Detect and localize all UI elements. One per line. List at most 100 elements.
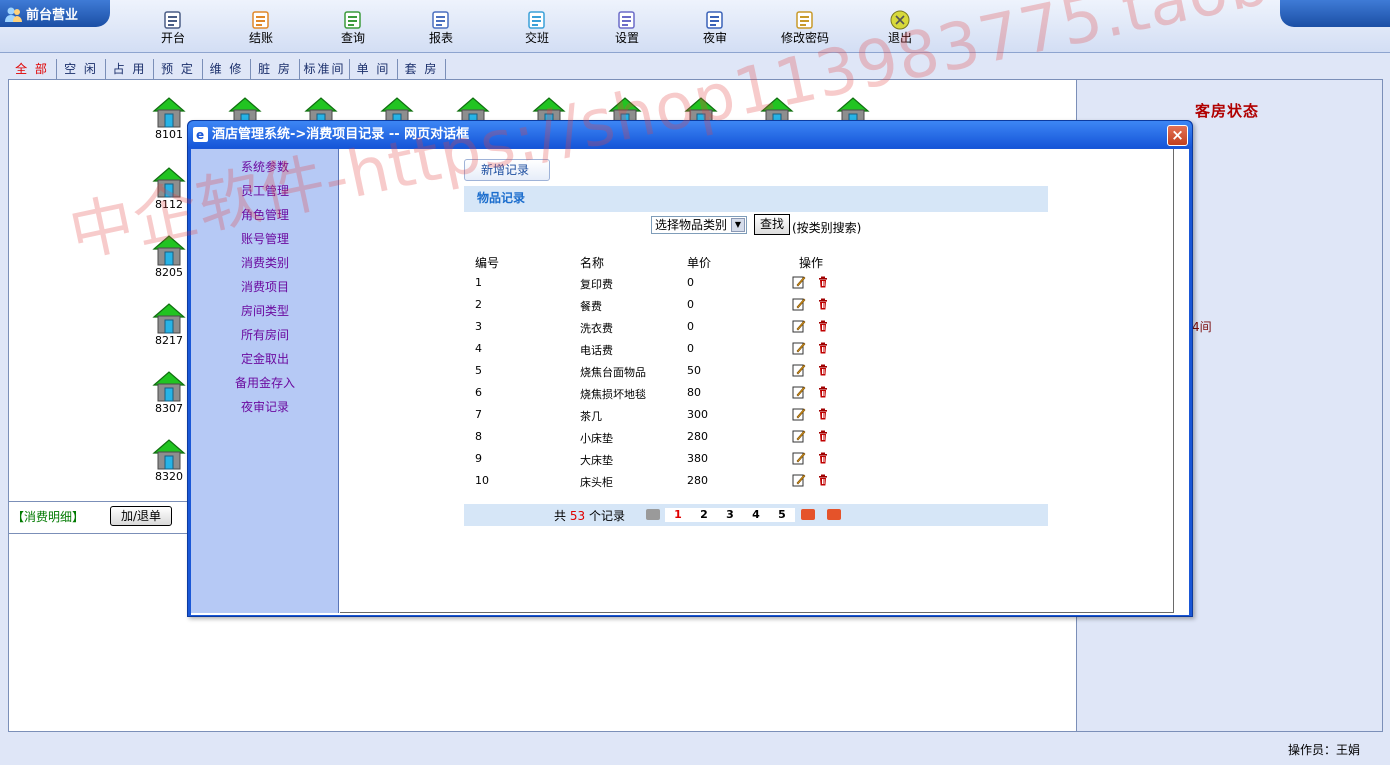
table-row: 5 烧焦台面物品 50 <box>340 361 1174 383</box>
delete-icon[interactable] <box>816 451 830 465</box>
room-status-title: 客房状态 <box>1195 102 1260 120</box>
toolbar-shift-button[interactable]: 交班 <box>502 8 572 48</box>
search-button[interactable]: 查找 <box>754 214 790 235</box>
next-page-icon[interactable] <box>801 509 815 520</box>
menu-item-10[interactable]: 夜审记录 <box>191 398 339 415</box>
toolbar-label: 设置 <box>614 31 639 45</box>
edit-icon[interactable] <box>792 319 806 333</box>
room-8217[interactable]: 8217 <box>149 301 189 351</box>
menu-item-5[interactable]: 消费项目 <box>191 278 339 295</box>
cell-name: 小床垫 <box>580 432 613 445</box>
house-icon <box>152 235 186 266</box>
exit-icon <box>890 10 910 30</box>
tab-6[interactable]: 标准间 <box>300 59 350 79</box>
toolbar-query-button[interactable]: 查询 <box>318 8 388 48</box>
toolbar-change-password-button[interactable]: 修改密码 <box>770 8 840 48</box>
dialog-titlebar[interactable]: e 酒店管理系统->消费项目记录 -- 网页对话框 × <box>188 121 1192 148</box>
tab-5[interactable]: 脏 房 <box>251 59 300 79</box>
query-icon <box>344 11 361 29</box>
checkout-icon <box>252 11 269 29</box>
delete-icon[interactable] <box>816 297 830 311</box>
edit-icon[interactable] <box>792 429 806 443</box>
cell-price: 0 <box>687 320 694 333</box>
dialog-content: 新增记录 物品记录 选择物品类别 ▼ 查找 (按类别搜索) 编号 名称 单价 操… <box>340 149 1174 613</box>
toolbar-label: 夜审 <box>702 31 727 45</box>
edit-icon[interactable] <box>792 341 806 355</box>
edit-icon[interactable] <box>792 385 806 399</box>
page-5[interactable]: 5 <box>769 508 795 522</box>
cell-name: 茶几 <box>580 410 602 423</box>
operator-label: 操作员：王娟 <box>1287 743 1360 757</box>
toolbar-open-table-button[interactable]: 开台 <box>138 8 208 48</box>
delete-icon[interactable] <box>816 341 830 355</box>
header-id: 编号 <box>475 256 500 270</box>
delete-icon[interactable] <box>816 407 830 421</box>
menu-item-4[interactable]: 消费类别 <box>191 254 339 271</box>
cell-name: 电话费 <box>580 344 613 357</box>
page-1[interactable]: 1 <box>665 508 691 522</box>
tab-4[interactable]: 维 修 <box>203 59 251 79</box>
page-4[interactable]: 4 <box>743 508 769 522</box>
dialog-close-button[interactable]: × <box>1167 125 1188 146</box>
tab-1[interactable]: 空 闲 <box>57 59 106 79</box>
tab-7[interactable]: 单 间 <box>350 59 398 79</box>
room-number: 8320 <box>155 470 183 483</box>
edit-icon[interactable] <box>792 363 806 377</box>
room-8307[interactable]: 8307 <box>149 369 189 419</box>
toolbar-checkout-button[interactable]: 结账 <box>226 8 296 48</box>
menu-item-9[interactable]: 备用金存入 <box>191 374 339 391</box>
edit-icon[interactable] <box>792 407 806 421</box>
delete-icon[interactable] <box>816 363 830 377</box>
toolbar-exit-button[interactable]: 退出 <box>865 8 935 48</box>
room-8320[interactable]: 8320 <box>149 437 189 487</box>
prev-page-icon[interactable] <box>646 509 660 520</box>
add-record-button[interactable]: 新增记录 <box>464 159 550 181</box>
brand-tab[interactable]: 前台营业 <box>0 0 110 27</box>
menu-item-1[interactable]: 员工管理 <box>191 182 339 199</box>
page-2[interactable]: 2 <box>691 508 717 522</box>
page-3[interactable]: 3 <box>717 508 743 522</box>
toolbar-label: 开台 <box>160 31 185 45</box>
house-icon <box>152 371 186 402</box>
room-8101[interactable]: 8101 <box>149 95 189 145</box>
search-hint: (按类别搜索) <box>792 221 862 235</box>
pager: 共 53 个记录 12345 <box>464 504 1048 526</box>
delete-icon[interactable] <box>816 319 830 333</box>
tab-2[interactable]: 占 用 <box>106 59 154 79</box>
delete-icon[interactable] <box>816 385 830 399</box>
cell-id: 2 <box>475 298 482 311</box>
delete-icon[interactable] <box>816 429 830 443</box>
cell-id: 9 <box>475 452 482 465</box>
tab-3[interactable]: 预 定 <box>154 59 203 79</box>
report-icon <box>432 11 449 29</box>
edit-icon[interactable] <box>792 297 806 311</box>
toolbar-label: 交班 <box>524 31 549 45</box>
menu-item-2[interactable]: 角色管理 <box>191 206 339 223</box>
edit-icon[interactable] <box>792 451 806 465</box>
cell-id: 4 <box>475 342 482 355</box>
category-select[interactable]: 选择物品类别 ▼ <box>651 216 747 234</box>
cell-id: 8 <box>475 430 482 443</box>
last-page-icon[interactable] <box>827 509 841 520</box>
toolbar-report-button[interactable]: 报表 <box>406 8 476 48</box>
menu-item-7[interactable]: 所有房间 <box>191 326 339 343</box>
consume-detail-label: 【消费明细】 <box>12 510 85 524</box>
menu-item-3[interactable]: 账号管理 <box>191 230 339 247</box>
cell-name: 洗衣费 <box>580 322 613 335</box>
room-8112[interactable]: 8112 <box>149 165 189 215</box>
tab-8[interactable]: 套 房 <box>398 59 446 79</box>
toolbar-settings-button[interactable]: 设置 <box>592 8 662 48</box>
table-row: 9 大床垫 380 <box>340 449 1174 471</box>
toolbar-night-audit-button[interactable]: 夜审 <box>680 8 750 48</box>
edit-icon[interactable] <box>792 275 806 289</box>
tab-0[interactable]: 全 部 <box>8 59 57 79</box>
delete-icon[interactable] <box>816 473 830 487</box>
cell-name: 烧焦损坏地毯 <box>580 388 646 401</box>
menu-item-8[interactable]: 定金取出 <box>191 350 339 367</box>
menu-item-6[interactable]: 房间类型 <box>191 302 339 319</box>
edit-icon[interactable] <box>792 473 806 487</box>
delete-icon[interactable] <box>816 275 830 289</box>
menu-item-0[interactable]: 系统参数 <box>191 158 339 175</box>
room-8205[interactable]: 8205 <box>149 233 189 283</box>
add-return-order-button[interactable]: 加/退单 <box>110 506 172 526</box>
